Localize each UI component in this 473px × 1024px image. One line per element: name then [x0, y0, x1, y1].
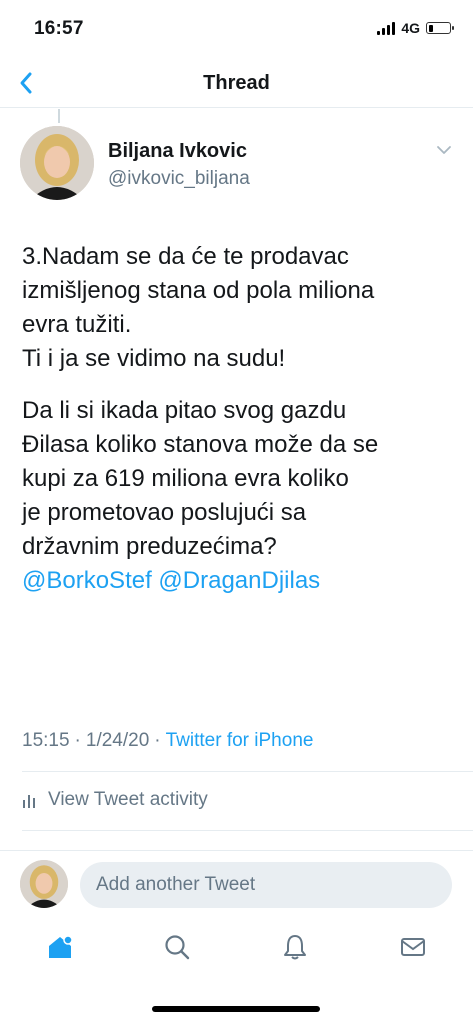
messages-icon[interactable] [398, 932, 428, 962]
tweet-source-link[interactable]: Twitter for iPhone [166, 730, 314, 751]
composer-avatar [20, 860, 68, 908]
tweet-text-line: je prometovao poslujući sa [22, 499, 307, 526]
divider [0, 850, 473, 851]
tweet-text-line: izmišljenog stana od pola miliona [22, 277, 375, 304]
meta-separator: · [74, 730, 81, 751]
tweet-text-line: državnim preduzećima? [22, 533, 277, 560]
mention-link[interactable]: @DraganDjilas [158, 567, 320, 594]
view-tweet-activity-button[interactable]: View Tweet activity [22, 789, 208, 811]
mention-link[interactable]: @BorkoStef [22, 567, 152, 594]
avatar[interactable] [20, 126, 94, 200]
avatar-image [20, 126, 94, 200]
tweet-time: 15:15 [22, 730, 70, 751]
tweet-date: 1/24/20 [85, 730, 150, 751]
add-another-tweet-input[interactable]: Add another Tweet [80, 862, 452, 908]
author-name[interactable]: Biljana Ivkovic [108, 140, 247, 163]
tweet-text-line: Ti i ja se vidimo na sudu! [22, 345, 286, 372]
home-indicator [152, 1006, 320, 1012]
signal-icon [377, 21, 396, 35]
network-type: 4G [401, 20, 420, 36]
chevron-down-icon[interactable] [436, 144, 452, 156]
meta-separator: · [154, 730, 161, 751]
author-handle[interactable]: @ivkovic_biljana [108, 168, 250, 190]
status-time: 16:57 [34, 18, 84, 39]
tweet-text-line: Đilasa koliko stanova može da se [22, 431, 379, 458]
battery-icon [426, 22, 454, 34]
page-title: Thread [203, 72, 270, 94]
status-bar: 16:57 4G [0, 0, 473, 50]
tweet-meta: 15:15 · 1/24/20 · Twitter for iPhone [22, 730, 313, 752]
tweet-text-line: kupi za 619 miliona evra koliko [22, 465, 349, 492]
mentions-line: @BorkoStef @DraganDjilas [22, 564, 462, 598]
notifications-icon[interactable] [280, 932, 310, 962]
tab-bar [0, 922, 473, 982]
thread-connector-line [58, 109, 60, 123]
navigation-bar: Thread [0, 58, 473, 108]
tweet-text-line: 3.Nadam se da će te prodavac [22, 243, 349, 270]
analytics-icon [23, 795, 35, 808]
search-icon[interactable] [162, 932, 192, 962]
activity-label: View Tweet activity [48, 789, 208, 810]
tweet-text-line: Da li si ikada pitao svog gazdu [22, 397, 347, 424]
home-icon[interactable] [45, 932, 75, 962]
avatar-image [20, 860, 68, 908]
divider [22, 830, 473, 831]
tweet-text-line: evra tužiti. [22, 311, 132, 338]
tweet-text: 3.Nadam se da će te prodavac izmišljenog… [22, 240, 462, 598]
divider [22, 771, 473, 772]
status-indicators: 4G [377, 20, 454, 36]
